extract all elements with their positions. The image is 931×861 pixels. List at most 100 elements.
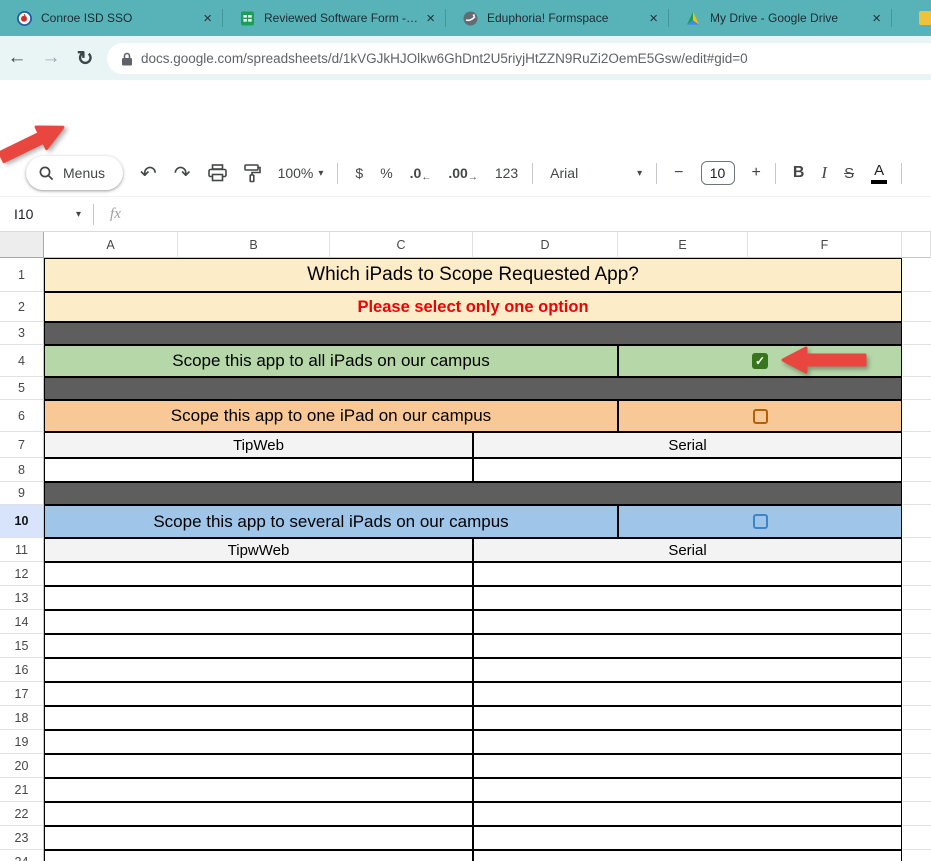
- close-icon[interactable]: ×: [426, 10, 435, 27]
- row-header-19[interactable]: 19: [0, 730, 44, 754]
- column-header-F[interactable]: F: [748, 232, 902, 258]
- cell-serial-entry[interactable]: [473, 458, 902, 482]
- cell-tipwweb-header[interactable]: TipwWeb: [44, 538, 473, 562]
- cell-tipweb-header[interactable]: TipWeb: [44, 432, 473, 458]
- strikethrough-button[interactable]: S: [844, 165, 854, 182]
- checkbox-unchecked[interactable]: [753, 514, 768, 529]
- format-currency-button[interactable]: $: [355, 165, 363, 181]
- cell-r5-overflow[interactable]: [903, 377, 931, 400]
- increase-font-size-button[interactable]: +: [752, 164, 761, 182]
- cell-r14[interactable]: [473, 610, 902, 634]
- zoom-control[interactable]: 100%▾: [278, 165, 324, 181]
- bold-button[interactable]: B: [793, 164, 805, 182]
- cell-r11-overflow[interactable]: [903, 538, 931, 562]
- cell-r19[interactable]: [473, 730, 902, 754]
- font-size-field[interactable]: 10: [701, 161, 735, 185]
- column-header-partial[interactable]: [902, 232, 931, 258]
- row-header-21[interactable]: 21: [0, 778, 44, 802]
- format-percent-button[interactable]: %: [380, 165, 392, 181]
- more-formats-button[interactable]: 123: [495, 165, 518, 181]
- cell-scope-several-label[interactable]: Scope this app to several iPads on our c…: [44, 505, 618, 538]
- paint-format-button[interactable]: [244, 164, 261, 183]
- row-header-18[interactable]: 18: [0, 706, 44, 730]
- cell-scope-all-label[interactable]: Scope this app to all iPads on our campu…: [44, 345, 618, 377]
- cell-r23[interactable]: [473, 826, 902, 850]
- row-header-5[interactable]: 5: [0, 377, 44, 400]
- cell-r16[interactable]: [473, 658, 902, 682]
- cell-tipweb-entry[interactable]: [44, 458, 473, 482]
- row-header-14[interactable]: 14: [0, 610, 44, 634]
- cell-scope-one-label[interactable]: Scope this app to one iPad on our campus: [44, 400, 618, 432]
- cell-r16-overflow[interactable]: [903, 658, 931, 682]
- cell-r4-overflow[interactable]: [903, 345, 931, 377]
- cell-serial-header[interactable]: Serial: [473, 432, 902, 458]
- close-icon[interactable]: ×: [203, 10, 212, 27]
- cell-r12[interactable]: [44, 562, 473, 586]
- cell-r23-overflow[interactable]: [903, 826, 931, 850]
- cell-divider-bar[interactable]: [44, 482, 902, 505]
- cell-r24[interactable]: [44, 850, 473, 861]
- chevron-down-icon[interactable]: ▾: [76, 209, 81, 220]
- cell-r3-overflow[interactable]: [903, 322, 931, 345]
- cell-r15-overflow[interactable]: [903, 634, 931, 658]
- cell-r2-overflow[interactable]: [903, 292, 931, 322]
- cell-r16[interactable]: [44, 658, 473, 682]
- column-header-D[interactable]: D: [473, 232, 618, 258]
- row-header-8[interactable]: 8: [0, 458, 44, 482]
- cell-r10-overflow[interactable]: [903, 505, 931, 538]
- cell-r8-overflow[interactable]: [903, 458, 931, 482]
- cell-divider-bar[interactable]: [44, 322, 902, 345]
- cell-r6-overflow[interactable]: [903, 400, 931, 432]
- row-header-1[interactable]: 1: [0, 258, 44, 292]
- row-header-16[interactable]: 16: [0, 658, 44, 682]
- close-icon[interactable]: ×: [649, 10, 658, 27]
- cell-r21[interactable]: [44, 778, 473, 802]
- redo-button[interactable]: ↷: [174, 161, 191, 186]
- row-header-3[interactable]: 3: [0, 322, 44, 345]
- cell-divider-bar[interactable]: [44, 377, 902, 400]
- cell-r7-overflow[interactable]: [903, 432, 931, 458]
- undo-button[interactable]: ↶: [140, 161, 157, 186]
- cell-question-header[interactable]: Which iPads to Scope Requested App?: [44, 258, 902, 292]
- reload-button[interactable]: ↻: [68, 46, 102, 71]
- cell-scope-one-checkbox[interactable]: [618, 400, 902, 432]
- partial-next-tab-favicon[interactable]: [919, 11, 931, 25]
- cell-r13[interactable]: [44, 586, 473, 610]
- cell-r19[interactable]: [44, 730, 473, 754]
- tab-my-drive[interactable]: My Drive - Google Drive ×: [669, 0, 891, 36]
- menus-search-button[interactable]: Menus: [26, 156, 123, 190]
- cell-r15[interactable]: [44, 634, 473, 658]
- decrease-font-size-button[interactable]: −: [674, 164, 683, 182]
- cell-r19-overflow[interactable]: [903, 730, 931, 754]
- row-header-7[interactable]: 7: [0, 432, 44, 458]
- cell-r20-overflow[interactable]: [903, 754, 931, 778]
- address-bar[interactable]: docs.google.com/spreadsheets/d/1kVGJkHJO…: [107, 43, 931, 74]
- cell-r17-overflow[interactable]: [903, 682, 931, 706]
- cell-r24-overflow[interactable]: [903, 850, 931, 861]
- cell-r24[interactable]: [473, 850, 902, 861]
- cell-r17[interactable]: [473, 682, 902, 706]
- cell-r17[interactable]: [44, 682, 473, 706]
- font-family-control[interactable]: Arial▾: [550, 165, 642, 181]
- cell-r13-overflow[interactable]: [903, 586, 931, 610]
- cell-scope-several-checkbox[interactable]: [618, 505, 902, 538]
- cell-serial-header[interactable]: Serial: [473, 538, 902, 562]
- select-all-corner[interactable]: [0, 232, 44, 258]
- checkbox-unchecked[interactable]: [753, 409, 768, 424]
- cell-r22[interactable]: [473, 802, 902, 826]
- row-header-15[interactable]: 15: [0, 634, 44, 658]
- row-header-2[interactable]: 2: [0, 292, 44, 322]
- row-header-9[interactable]: 9: [0, 482, 44, 505]
- row-header-10[interactable]: 10: [0, 505, 44, 538]
- column-header-E[interactable]: E: [618, 232, 748, 258]
- row-header-11[interactable]: 11: [0, 538, 44, 562]
- tab-reviewed-software-form[interactable]: Reviewed Software Form - Ver. ×: [223, 0, 445, 36]
- row-header-12[interactable]: 12: [0, 562, 44, 586]
- increase-decimal-button[interactable]: .00→: [448, 164, 477, 183]
- column-header-C[interactable]: C: [330, 232, 473, 258]
- name-box[interactable]: I10: [14, 206, 76, 222]
- tab-conroe-isd-sso[interactable]: Conroe ISD SSO ×: [0, 0, 222, 36]
- cell-r14[interactable]: [44, 610, 473, 634]
- back-button[interactable]: ←: [0, 47, 34, 69]
- cell-r14-overflow[interactable]: [903, 610, 931, 634]
